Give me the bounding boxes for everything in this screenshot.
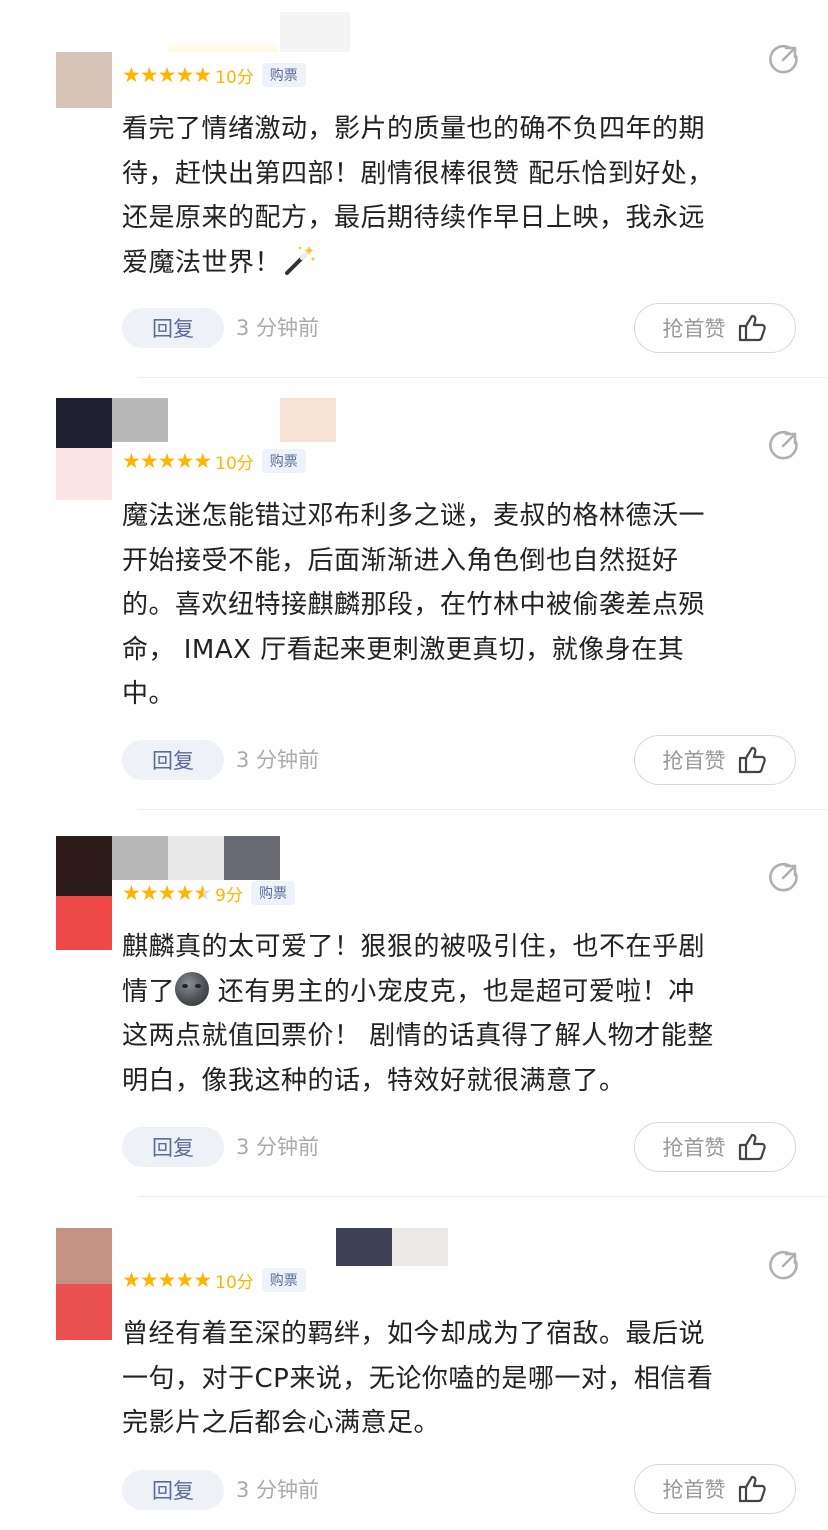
thumbs-up-icon [738, 314, 766, 342]
username-redacted[interactable] [112, 398, 168, 442]
reply-button[interactable]: 回复 [122, 1127, 224, 1167]
divider [138, 1196, 828, 1197]
star-icon: ★ [122, 880, 141, 905]
comment-text: 魔法迷怎能错过邓布利多之谜，麦叔的格林德沃一 开始接受不能，后面渐渐进入角色倒也… [122, 501, 706, 709]
share-icon[interactable] [768, 860, 800, 892]
divider [138, 809, 828, 810]
new-moon-face-icon [175, 971, 210, 1006]
like-button[interactable]: 抢首赞 [634, 303, 796, 353]
purchased-badge: 购票 [261, 449, 306, 473]
like-button[interactable]: 抢首赞 [634, 1464, 796, 1514]
avatar[interactable] [56, 1228, 112, 1340]
comment-time: 3 分钟前 [236, 1135, 320, 1159]
rating-row: ★ ★ ★ ★ ★ 10分 购票 [122, 62, 306, 88]
username-redacted[interactable] [280, 12, 350, 52]
star-icon: ★ [139, 62, 159, 87]
like-label: 抢首赞 [662, 317, 726, 341]
star-icon: ★ [122, 448, 141, 473]
share-icon[interactable] [768, 42, 800, 74]
avatar[interactable] [56, 836, 112, 950]
rating-score: 10分 [215, 453, 254, 474]
purchased-badge: 购票 [261, 1268, 306, 1292]
half-star-icon: ★ [193, 880, 213, 905]
star-icon: ★ [175, 62, 195, 87]
thumbs-up-icon [738, 1133, 766, 1161]
star-icon: ★ [157, 62, 177, 87]
thumbs-up-icon [738, 1475, 766, 1503]
username-redacted[interactable] [224, 836, 280, 880]
avatar[interactable] [56, 52, 112, 108]
username-redacted[interactable] [336, 1228, 392, 1266]
comment-time: 3 分钟前 [236, 748, 320, 772]
rating-row: ★ ★ ★ ★ ★ 10分 购票 [122, 448, 306, 474]
like-button[interactable]: 抢首赞 [634, 735, 796, 785]
star-icon: ★ [122, 1267, 141, 1292]
star-icon: ★ [193, 62, 213, 87]
like-label: 抢首赞 [662, 1478, 726, 1502]
star-icon: ★ [157, 880, 177, 905]
star-icon: ★ [175, 448, 195, 473]
star-icon: ★ [139, 448, 159, 473]
purchased-badge: 购票 [261, 63, 306, 87]
rating-score: 9分 [215, 885, 243, 906]
username-redacted[interactable] [168, 26, 278, 52]
rating-row: ★ ★ ★ ★ ★ 9分 购票 [122, 880, 295, 906]
comment-text: 麒麟真的太可爱了！狠狠的被吸引住，也不在乎剧 情了 还有男主的小宠皮克，也是超可… [122, 932, 714, 1096]
comment-text: 看完了情绪激动，影片的质量也的确不负四年的期 待，赶快出第四部！剧情很棒很赞 配… [122, 114, 714, 278]
comment-time: 3 分钟前 [236, 1478, 320, 1502]
star-icon: ★ [157, 1267, 177, 1292]
reply-button[interactable]: 回复 [122, 740, 224, 780]
rating-score: 10分 [215, 67, 254, 88]
purchased-badge: 购票 [250, 881, 295, 905]
star-icon: ★ [139, 1267, 159, 1292]
divider [138, 377, 828, 378]
like-label: 抢首赞 [662, 1136, 726, 1160]
like-button[interactable]: 抢首赞 [634, 1122, 796, 1172]
star-icon: ★ [122, 62, 141, 87]
rating-score: 10分 [215, 1272, 254, 1293]
thumbs-up-icon [738, 746, 766, 774]
star-icon: ★ [139, 880, 159, 905]
star-icon: ★ [175, 1267, 195, 1292]
star-icon: ★ [157, 448, 177, 473]
share-icon[interactable] [768, 428, 800, 460]
reply-button[interactable]: 回复 [122, 308, 224, 348]
username-redacted[interactable] [112, 836, 168, 880]
rating-row: ★ ★ ★ ★ ★ 10分 购票 [122, 1267, 306, 1293]
avatar[interactable] [56, 398, 112, 500]
username-redacted[interactable] [280, 398, 336, 442]
reply-button[interactable]: 回复 [122, 1470, 224, 1510]
username-redacted[interactable] [392, 1228, 448, 1266]
star-icon: ★ [193, 1267, 213, 1292]
share-icon[interactable] [768, 1248, 800, 1280]
magic-wand-icon [285, 245, 315, 275]
star-icon: ★ [175, 880, 195, 905]
star-icon: ★ [193, 448, 213, 473]
comment-text: 曾经有着至深的羁绊，如今却成为了宿敌。最后说 一句，对于CP来说，无论你嗑的是哪… [122, 1319, 714, 1438]
username-redacted[interactable] [168, 836, 224, 880]
like-label: 抢首赞 [662, 749, 726, 773]
comment-time: 3 分钟前 [236, 316, 320, 340]
